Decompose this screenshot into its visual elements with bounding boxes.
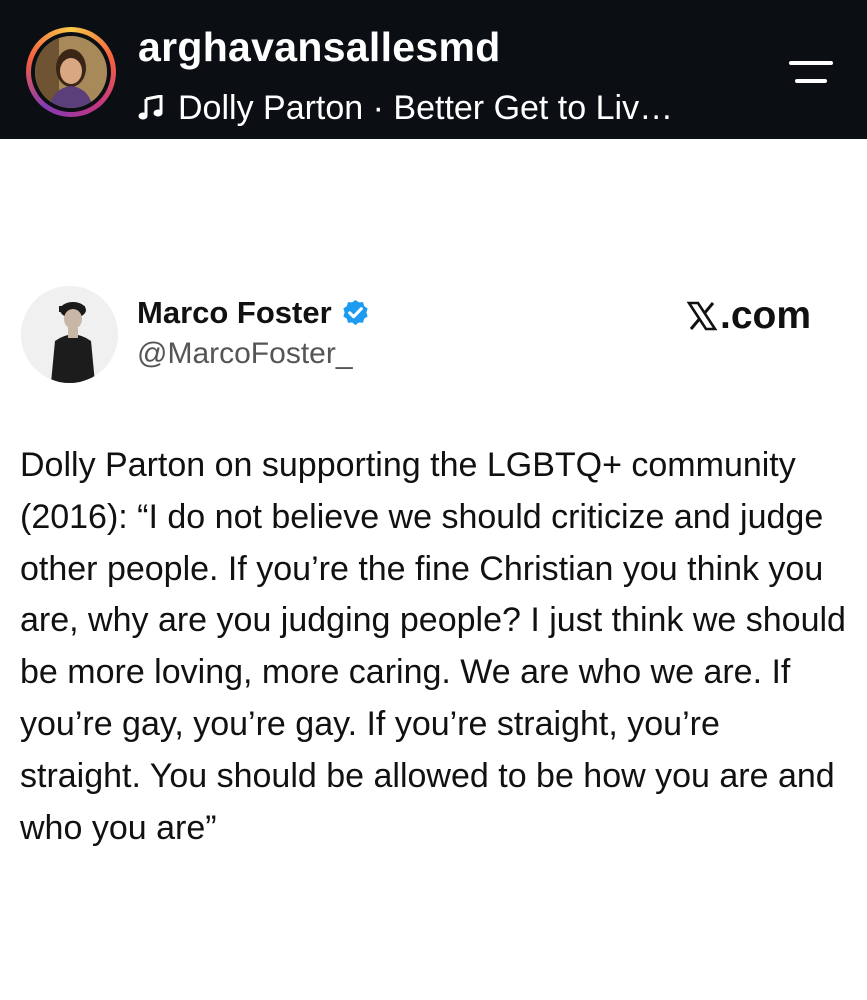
x-source-link[interactable]: .com — [686, 294, 811, 338]
tweet-body: Dolly Parton on supporting the LGBTQ+ co… — [20, 446, 846, 847]
story-username[interactable]: arghavansallesmd — [138, 24, 501, 71]
profile-photo-icon — [35, 36, 107, 108]
tweet-author-handle[interactable]: @MarcoFoster_ — [137, 337, 353, 371]
author-name-text: Marco Foster — [137, 295, 332, 330]
tweet-author-name[interactable]: Marco Foster — [137, 295, 371, 331]
story-header: arghavansallesmd Dolly Parton · Better G… — [0, 0, 867, 139]
profile-photo-icon — [21, 286, 118, 383]
x-source-text: .com — [720, 294, 812, 337]
x-logo-icon — [686, 301, 718, 331]
music-track-label: Dolly Parton · Better Get to Liv… — [178, 88, 674, 127]
tweet-author-avatar[interactable] — [21, 286, 118, 383]
music-note-icon — [138, 94, 164, 121]
story-avatar — [35, 36, 107, 108]
verified-badge-icon — [343, 299, 368, 325]
story-avatar-ring[interactable] — [26, 27, 116, 117]
music-attribution[interactable]: Dolly Parton · Better Get to Liv… — [138, 84, 673, 132]
menu-button[interactable] — [785, 55, 837, 91]
menu-icon — [789, 61, 833, 83]
